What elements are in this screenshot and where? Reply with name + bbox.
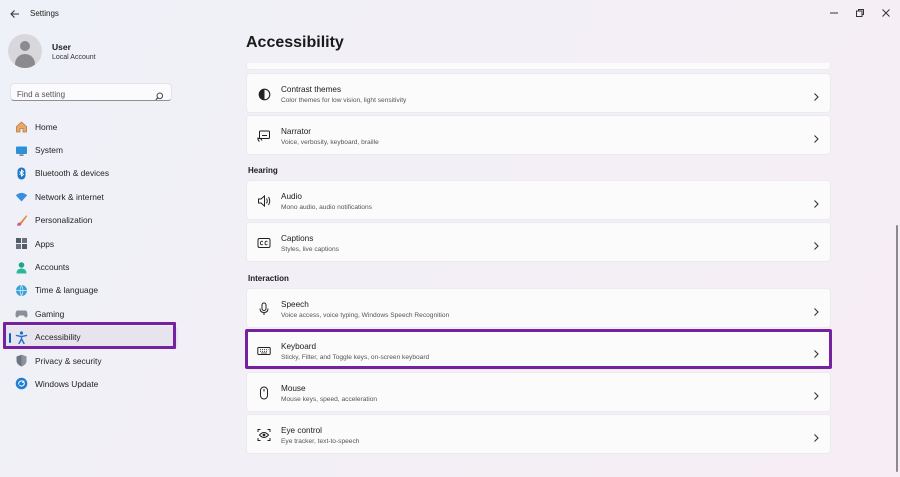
keyboard-icon (257, 344, 271, 358)
wifi-icon (15, 190, 28, 203)
sidebar-item-privacy-security[interactable]: Privacy & security (4, 349, 178, 372)
card-title: Mouse (281, 384, 306, 393)
card-title: Captions (281, 234, 314, 243)
interaction-section-label: Interaction (248, 274, 289, 283)
sidebar-item-label: Accounts (35, 262, 70, 273)
card-subtitle: Voice access, voice typing, Windows Spee… (281, 312, 450, 319)
hearing-section-label: Hearing (248, 166, 278, 175)
speech-card[interactable]: Speech Voice access, voice typing, Windo… (246, 288, 831, 328)
app-title: Settings (30, 9, 59, 18)
sidebar-item-label: Bluetooth & devices (35, 168, 110, 179)
sidebar-item-label: System (35, 145, 63, 156)
eye-control-icon (257, 428, 271, 442)
restore-button[interactable] (853, 6, 867, 20)
card-subtitle: Mono audio, audio notifications (281, 204, 372, 211)
captions-card[interactable]: Captions Styles, live captions (246, 222, 831, 262)
bluetooth-icon (15, 167, 28, 180)
card-title: Audio (281, 192, 302, 201)
card-subtitle: Eye tracker, text-to-speech (281, 438, 360, 445)
sidebar-item-label: Home (35, 121, 58, 132)
back-arrow-icon[interactable] (8, 7, 22, 21)
brush-icon (15, 214, 28, 227)
card-title: Narrator (281, 127, 312, 136)
sidebar-item-label: Privacy & security (35, 355, 102, 366)
system-icon (15, 144, 28, 157)
sidebar-item-windows-update[interactable]: Windows Update (4, 372, 178, 395)
sidebar-item-gaming[interactable]: Gaming (4, 302, 178, 325)
microphone-icon (257, 302, 271, 316)
mouse-card[interactable]: Mouse Mouse keys, speed, acceleration (246, 372, 831, 412)
sidebar-item-apps[interactable]: Apps (4, 232, 178, 255)
sidebar-item-home[interactable]: Home (4, 115, 178, 138)
user-name: User (52, 41, 71, 52)
keyboard-card[interactable]: Keyboard Sticky, Filter, and Toggle keys… (246, 330, 831, 370)
chevron-right-icon (812, 238, 820, 250)
card-subtitle: Voice, verbosity, keyboard, braille (281, 139, 379, 146)
card-subtitle: Styles, live captions (281, 246, 339, 253)
accessibility-icon (15, 331, 28, 344)
sidebar-item-label: Apps (35, 238, 55, 249)
scrollbar[interactable] (896, 225, 898, 472)
sidebar-item-label: Time & language (35, 285, 99, 296)
chevron-right-icon (812, 346, 820, 358)
minimize-button[interactable] (827, 6, 841, 20)
shield-icon (15, 354, 28, 367)
sidebar-item-label: Windows Update (35, 378, 99, 389)
sidebar-item-label: Personalization (35, 215, 93, 226)
gamepad-icon (15, 307, 28, 320)
account-type: Local Account (52, 53, 96, 61)
card-title: Contrast themes (281, 85, 342, 94)
audio-card[interactable]: Audio Mono audio, audio notifications (246, 180, 831, 220)
captions-icon (257, 236, 271, 250)
speaker-icon (257, 194, 271, 208)
contrast-icon (257, 87, 271, 101)
contrast-themes-card[interactable]: Contrast themes Color themes for low vis… (246, 73, 831, 113)
sidebar-nav: Home System Bluetooth & devices Network … (4, 115, 178, 396)
page-title: Accessibility (246, 34, 344, 51)
chevron-right-icon (812, 196, 820, 208)
sidebar-item-system[interactable]: System (4, 138, 178, 161)
close-button[interactable] (879, 6, 893, 20)
card-subtitle: Color themes for low vision, light sensi… (281, 97, 407, 104)
sidebar-item-bluetooth[interactable]: Bluetooth & devices (4, 162, 178, 185)
narrator-icon (257, 129, 271, 143)
chevron-right-icon (812, 430, 820, 442)
chevron-right-icon (812, 89, 820, 101)
accounts-icon (15, 261, 28, 274)
sidebar-item-label: Accessibility (35, 332, 81, 343)
sidebar-item-label: Network & internet (35, 191, 104, 202)
chevron-right-icon (812, 131, 820, 143)
narrator-card[interactable]: Narrator Voice, verbosity, keyboard, bra… (246, 115, 831, 155)
sidebar-item-time-language[interactable]: Time & language (4, 279, 178, 302)
mouse-icon (257, 386, 271, 400)
card-title: Keyboard (281, 342, 317, 351)
sidebar-item-network[interactable]: Network & internet (4, 185, 178, 208)
title-bar: Settings (0, 0, 900, 28)
search-box (10, 83, 172, 103)
search-icon[interactable] (155, 88, 164, 106)
card-subtitle: Mouse keys, speed, acceleration (281, 396, 378, 403)
chevron-right-icon (812, 304, 820, 316)
chevron-right-icon (812, 388, 820, 400)
previous-card-edge (246, 63, 831, 70)
sidebar-item-personalization[interactable]: Personalization (4, 209, 178, 232)
avatar (8, 34, 42, 68)
card-subtitle: Sticky, Filter, and Toggle keys, on-scre… (281, 354, 430, 361)
eye-control-card[interactable]: Eye control Eye tracker, text-to-speech (246, 414, 831, 454)
sidebar-item-label: Gaming (35, 308, 65, 319)
globe-icon (15, 284, 28, 297)
card-title: Eye control (281, 426, 322, 435)
sidebar-item-accessibility[interactable]: Accessibility (4, 325, 178, 349)
home-icon (15, 120, 28, 133)
apps-icon (15, 237, 28, 250)
card-title: Speech (281, 300, 309, 309)
update-icon (15, 377, 28, 390)
user-profile[interactable]: User Local Account (8, 33, 96, 69)
sidebar-item-accounts[interactable]: Accounts (4, 255, 178, 278)
search-input[interactable] (11, 86, 147, 103)
